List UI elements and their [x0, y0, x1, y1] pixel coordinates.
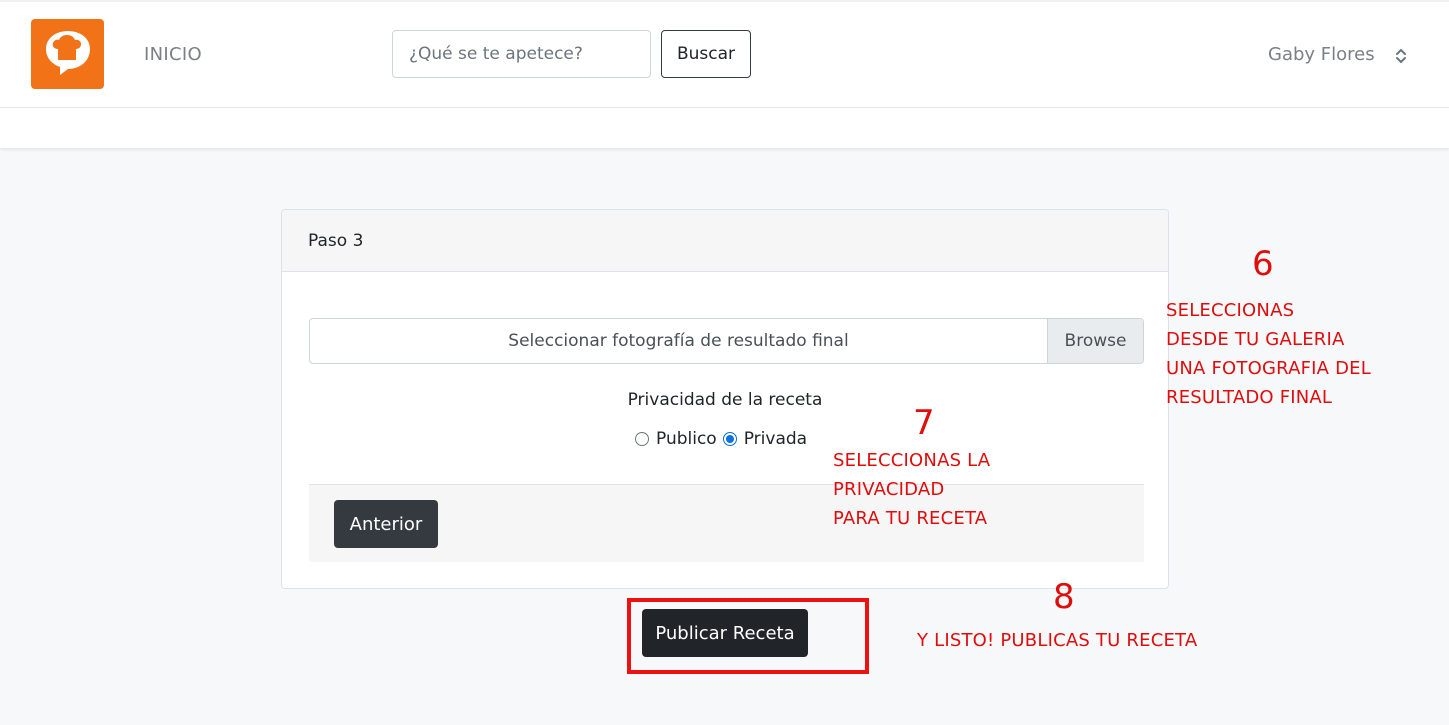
- search-input[interactable]: [392, 30, 651, 78]
- radio-publico[interactable]: [635, 432, 649, 446]
- radio-privada[interactable]: [722, 432, 737, 446]
- card-footer: Anterior: [309, 484, 1144, 562]
- annotation-text-7: SELECCIONAS LA PRIVACIDAD PARA TU RECETA: [833, 450, 991, 529]
- step-title: Paso 3: [308, 231, 364, 251]
- browse-button[interactable]: Browse: [1047, 319, 1143, 363]
- nav-home-link[interactable]: INICIO: [144, 44, 202, 65]
- step-card: Paso 3 Seleccionar fotografía de resulta…: [281, 209, 1169, 589]
- sub-navbar: [0, 108, 1449, 148]
- annotation-number-8: 8: [1053, 577, 1075, 617]
- chef-hat-logo-icon[interactable]: [31, 19, 104, 89]
- annotation-text-8: Y LISTO! PUBLICAS TU RECETA: [917, 630, 1198, 651]
- annotation-number-6: 6: [1252, 244, 1274, 284]
- privacy-radio-group: Publico Privada: [635, 429, 813, 449]
- user-menu[interactable]: Gaby Flores: [1268, 44, 1407, 65]
- annotation-number-7: 7: [913, 403, 935, 443]
- privacy-title: Privacidad de la receta: [627, 390, 823, 410]
- radio-publico-label[interactable]: Publico: [656, 429, 717, 449]
- annotation-text-6: SELECCIONAS DESDE TU GALERIA UNA FOTOGRA…: [1166, 300, 1371, 408]
- previous-button[interactable]: Anterior: [334, 500, 438, 548]
- file-input-label: Seleccionar fotografía de resultado fina…: [508, 331, 849, 351]
- user-name: Gaby Flores: [1268, 44, 1375, 65]
- card-header: Paso 3: [282, 210, 1168, 272]
- photo-file-input[interactable]: Seleccionar fotografía de resultado fina…: [309, 318, 1144, 364]
- radio-privada-label[interactable]: Privada: [744, 429, 807, 449]
- search-button[interactable]: Buscar: [661, 30, 751, 78]
- chevron-up-down-icon: [1395, 48, 1406, 63]
- top-navbar: INICIO Buscar Gaby Flores: [0, 0, 1449, 108]
- navbar-top-line: [0, 0, 1449, 2]
- publish-highlight-box: [627, 598, 869, 674]
